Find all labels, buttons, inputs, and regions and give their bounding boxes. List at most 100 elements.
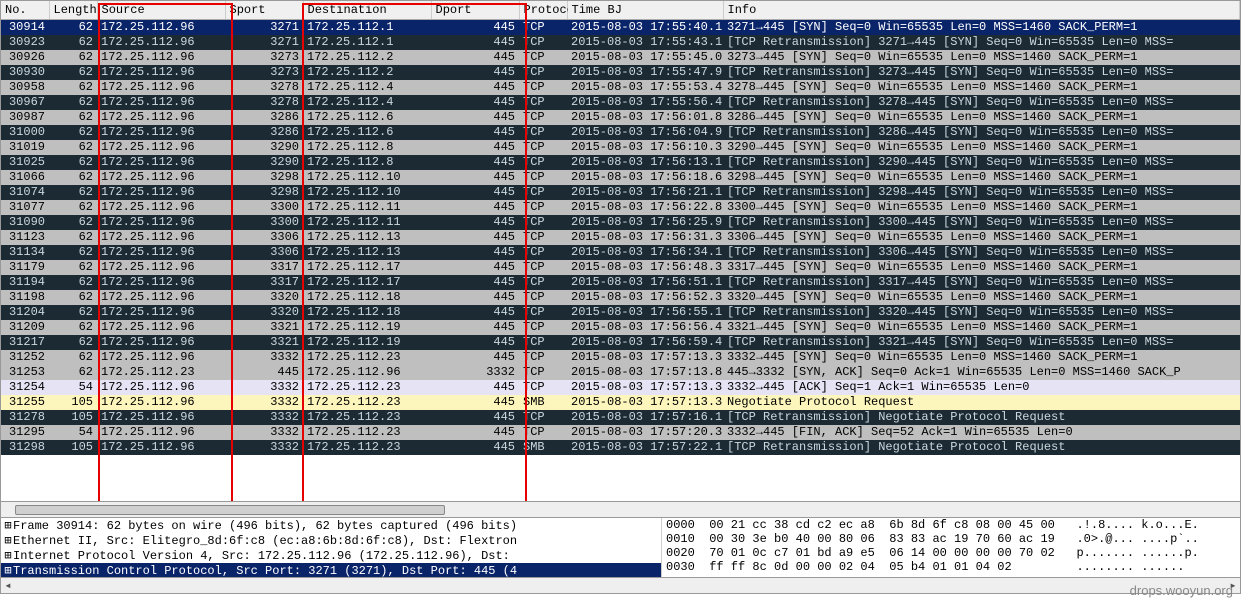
col-header-sport[interactable]: Sport	[225, 1, 303, 20]
tree-ip[interactable]: ⊞Internet Protocol Version 4, Src: 172.2…	[1, 548, 661, 563]
col-header-protocol[interactable]: Protocol	[519, 1, 567, 20]
cell-no: 31255	[1, 395, 49, 410]
cell-no: 31066	[1, 170, 49, 185]
packet-row[interactable]: 3101962172.25.112.963290172.25.112.8445T…	[1, 140, 1240, 155]
cell-info: 445→3332 [SYN, ACK] Seq=0 Ack=1 Win=6553…	[723, 365, 1240, 380]
col-header-destination[interactable]: Destination	[303, 1, 431, 20]
hex-row[interactable]: 0010 00 30 3e b0 40 00 80 06 83 83 ac 19…	[666, 532, 1240, 546]
packet-row[interactable]: 3117962172.25.112.963317172.25.112.17445…	[1, 260, 1240, 275]
packet-row[interactable]: 31255105172.25.112.963332172.25.112.2344…	[1, 395, 1240, 410]
packet-row[interactable]: 3109062172.25.112.963300172.25.112.11445…	[1, 215, 1240, 230]
cell-destination: 172.25.112.13	[303, 245, 431, 260]
packet-row[interactable]: 3113462172.25.112.963306172.25.112.13445…	[1, 245, 1240, 260]
packet-row[interactable]: 3120962172.25.112.963321172.25.112.19445…	[1, 320, 1240, 335]
packet-row[interactable]: 3119462172.25.112.963317172.25.112.17445…	[1, 275, 1240, 290]
cell-dport: 445	[431, 20, 519, 36]
hex-row[interactable]: 0030 ff ff 8c 0d 00 00 02 04 05 b4 01 01…	[666, 560, 1240, 574]
packet-row[interactable]: 3102562172.25.112.963290172.25.112.8445T…	[1, 155, 1240, 170]
col-header-source[interactable]: Source	[97, 1, 225, 20]
col-header-dport[interactable]: Dport	[431, 1, 519, 20]
packet-row[interactable]: 3125454172.25.112.963332172.25.112.23445…	[1, 380, 1240, 395]
cell-dport: 445	[431, 125, 519, 140]
cell-info: [TCP Retransmission] 3298→445 [SYN] Seq=…	[723, 185, 1240, 200]
cell-info: 3290→445 [SYN] Seq=0 Win=65535 Len=0 MSS…	[723, 140, 1240, 155]
packet-row[interactable]: 3092662172.25.112.963273172.25.112.2445T…	[1, 50, 1240, 65]
bottom-hscroll[interactable]: ◂ ▸	[0, 578, 1241, 594]
scroll-left-icon[interactable]: ◂	[1, 578, 15, 593]
cell-no: 30967	[1, 95, 49, 110]
hex-row[interactable]: 0000 00 21 cc 38 cd c2 ec a8 6b 8d 6f c8…	[666, 518, 1240, 532]
expand-icon[interactable]: ⊞	[3, 563, 13, 577]
expand-icon[interactable]: ⊞	[3, 518, 13, 533]
packet-list-hscroll[interactable]	[0, 502, 1241, 518]
col-header-length[interactable]: Length	[49, 1, 97, 20]
packet-list-pane[interactable]: No. Length Source Sport Destination Dpor…	[0, 0, 1241, 502]
tree-frame[interactable]: ⊞Frame 30914: 62 bytes on wire (496 bits…	[1, 518, 661, 533]
cell-length: 62	[49, 290, 97, 305]
packet-row[interactable]: 31298105172.25.112.963332172.25.112.2344…	[1, 440, 1240, 455]
cell-time: 2015-08-03 17:57:13.3	[567, 350, 723, 365]
packet-row[interactable]: 3129554172.25.112.963332172.25.112.23445…	[1, 425, 1240, 440]
packet-row[interactable]: 3100062172.25.112.963286172.25.112.6445T…	[1, 125, 1240, 140]
cell-time: 2015-08-03 17:56:22.8	[567, 200, 723, 215]
cell-dport: 445	[431, 170, 519, 185]
cell-sport: 3332	[225, 410, 303, 425]
packet-row[interactable]: 3107762172.25.112.963300172.25.112.11445…	[1, 200, 1240, 215]
packet-row[interactable]: 3095862172.25.112.963278172.25.112.4445T…	[1, 80, 1240, 95]
cell-source: 172.25.112.96	[97, 200, 225, 215]
cell-no: 31204	[1, 305, 49, 320]
packet-row[interactable]: 3112362172.25.112.963306172.25.112.13445…	[1, 230, 1240, 245]
cell-info: 3317→445 [SYN] Seq=0 Win=65535 Len=0 MSS…	[723, 260, 1240, 275]
packet-row[interactable]: 3106662172.25.112.963298172.25.112.10445…	[1, 170, 1240, 185]
col-header-info[interactable]: Info	[723, 1, 1240, 20]
packet-row[interactable]: 3092362172.25.112.963271172.25.112.1445T…	[1, 35, 1240, 50]
cell-destination: 172.25.112.1	[303, 35, 431, 50]
hscroll-thumb[interactable]	[15, 505, 445, 515]
cell-length: 62	[49, 275, 97, 290]
col-header-no[interactable]: No.	[1, 1, 49, 20]
packet-bytes-pane[interactable]: 0000 00 21 cc 38 cd c2 ec a8 6b 8d 6f c8…	[661, 518, 1240, 577]
packet-row[interactable]: 3125262172.25.112.963332172.25.112.23445…	[1, 350, 1240, 365]
cell-time: 2015-08-03 17:56:51.1	[567, 275, 723, 290]
packet-row[interactable]: 3098762172.25.112.963286172.25.112.6445T…	[1, 110, 1240, 125]
cell-dport: 445	[431, 305, 519, 320]
cell-no: 31090	[1, 215, 49, 230]
cell-destination: 172.25.112.18	[303, 305, 431, 320]
packet-row[interactable]: 3119862172.25.112.963320172.25.112.18445…	[1, 290, 1240, 305]
cell-sport: 3321	[225, 320, 303, 335]
packet-row[interactable]: 31278105172.25.112.963332172.25.112.2344…	[1, 410, 1240, 425]
cell-sport: 3332	[225, 425, 303, 440]
packet-row[interactable]: 3120462172.25.112.963320172.25.112.18445…	[1, 305, 1240, 320]
packet-row[interactable]: 3091462172.25.112.963271172.25.112.1445T…	[1, 20, 1240, 36]
packet-row[interactable]: 3096762172.25.112.963278172.25.112.4445T…	[1, 95, 1240, 110]
packet-row[interactable]: 3107462172.25.112.963298172.25.112.10445…	[1, 185, 1240, 200]
cell-length: 105	[49, 410, 97, 425]
cell-sport: 3273	[225, 65, 303, 80]
tree-tcp[interactable]: ⊞Transmission Control Protocol, Src Port…	[1, 563, 661, 577]
cell-protocol: TCP	[519, 335, 567, 350]
cell-destination: 172.25.112.6	[303, 110, 431, 125]
cell-destination: 172.25.112.23	[303, 410, 431, 425]
cell-protocol: TCP	[519, 170, 567, 185]
packet-details-pane[interactable]: ⊞Frame 30914: 62 bytes on wire (496 bits…	[1, 518, 661, 577]
column-headers[interactable]: No. Length Source Sport Destination Dpor…	[1, 1, 1240, 20]
packet-row[interactable]: 3093062172.25.112.963273172.25.112.2445T…	[1, 65, 1240, 80]
cell-time: 2015-08-03 17:56:13.1	[567, 155, 723, 170]
cell-length: 62	[49, 140, 97, 155]
cell-protocol: TCP	[519, 155, 567, 170]
cell-info: 3273→445 [SYN] Seq=0 Win=65535 Len=0 MSS…	[723, 50, 1240, 65]
col-header-time-bj[interactable]: Time BJ	[567, 1, 723, 20]
cell-length: 62	[49, 20, 97, 36]
expand-icon[interactable]: ⊞	[3, 548, 13, 563]
packet-row[interactable]: 3125362172.25.112.23445172.25.112.963332…	[1, 365, 1240, 380]
cell-time: 2015-08-03 17:57:22.1	[567, 440, 723, 455]
packet-table[interactable]: No. Length Source Sport Destination Dpor…	[1, 1, 1240, 455]
packet-row[interactable]: 3121762172.25.112.963321172.25.112.19445…	[1, 335, 1240, 350]
cell-source: 172.25.112.96	[97, 320, 225, 335]
cell-protocol: TCP	[519, 65, 567, 80]
cell-dport: 445	[431, 185, 519, 200]
hex-row[interactable]: 0020 70 01 0c c7 01 bd a9 e5 06 14 00 00…	[666, 546, 1240, 560]
tree-ethernet[interactable]: ⊞Ethernet II, Src: Elitegro_8d:6f:c8 (ec…	[1, 533, 661, 548]
expand-icon[interactable]: ⊞	[3, 533, 13, 548]
cell-no: 30923	[1, 35, 49, 50]
